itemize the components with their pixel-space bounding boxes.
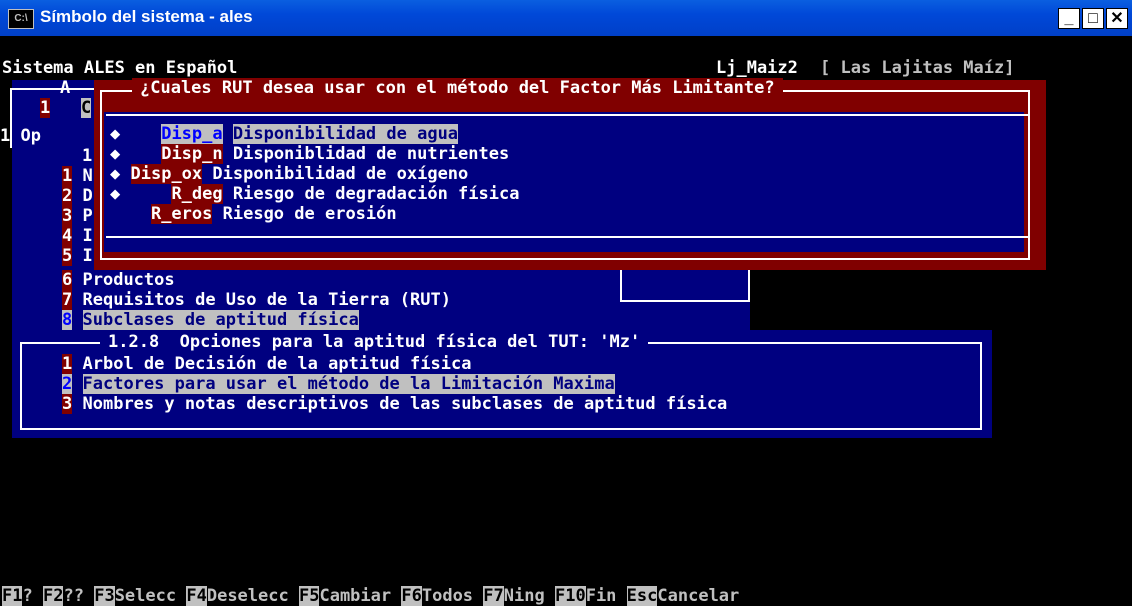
menu-item-number: 1 [62,354,73,374]
f1-key[interactable]: F1? [2,586,33,606]
dialog-divider [106,114,1028,116]
dialog-row-disp-n[interactable]: ◆ Disp_n Disponiblidad de nutrientes [110,144,509,164]
f6-key[interactable]: F6Todos [401,586,473,606]
close-icon[interactable]: ✕ [1106,8,1128,29]
function-key-bar: F1? F2?? F3Selecc F4Deselecc F5Cambiar F… [2,566,739,606]
selected-diamond-icon: ◆ [110,184,121,204]
menu-item-8[interactable]: 8 Subclases de aptitud física [62,310,359,330]
rut-description: Disponiblidad de nutrientes [232,144,510,164]
rut-description: Disponibilidad de oxígeno [212,164,469,184]
menu-item-4[interactable]: 4 I [62,226,93,246]
dialog-row-r-deg[interactable]: ◆ R_deg Riesgo de degradación física [110,184,519,204]
submenu-title: 1.2.8 Opciones para la aptitud física de… [100,332,649,352]
rut-description: Disponibilidad de agua [232,124,459,144]
rut-code: Disp_ox [130,164,203,184]
f2-key[interactable]: F2?? [42,586,84,606]
f3-key[interactable]: F3Selecc [94,586,176,606]
menu-item-7[interactable]: 7 Requisitos de Uso de la Tierra (RUT) [62,290,451,310]
menu-fragment: C [81,98,92,118]
menu-item-number: 7 [62,290,73,310]
rut-code: R_deg [171,184,223,204]
menu-item-3[interactable]: 3 P [62,206,93,226]
model-name: Lj_Maiz2 [716,58,798,78]
menu-item-label: Nombres y notas descriptivos de las subc… [82,394,728,414]
esc-key[interactable]: EscCancelar [626,586,739,606]
dialog-title: ¿Cuales RUT desea usar con el método del… [132,78,783,98]
menu-fragment: A [60,78,71,98]
menu-number: 1 [40,98,51,118]
location-label: [ Las Lajitas Maíz] [820,58,1015,78]
menu-item-number: 2 [62,186,73,206]
selected-diamond-icon: ◆ [110,164,121,184]
menu-item-label: I [82,246,93,266]
rut-description: Riesgo de erosión [222,204,397,224]
menu-item-number: 8 [62,310,73,330]
menu-item-label: Factores para usar el método de la Limit… [82,374,615,394]
menu-item-number: 3 [62,206,73,226]
menu-item-label: Productos [82,270,175,290]
menu-item-5[interactable]: 5 I [62,246,93,266]
f4-key[interactable]: F4Deselecc [186,586,289,606]
minimize-icon[interactable]: _ [1058,8,1080,29]
submenu-item-1[interactable]: 1 Arbol de Decisión de la aptitud física [62,354,471,374]
selected-diamond-icon: ◆ [110,124,121,144]
window-title: Símbolo del sistema - ales [40,7,253,26]
menu-fragment: 1 [82,146,93,166]
submenu-item-3[interactable]: 3 Nombres y notas descriptivos de las su… [62,394,727,414]
maximize-icon[interactable]: □ [1082,8,1104,29]
menu-item-label: Requisitos de Uso de la Tierra (RUT) [82,290,451,310]
f7-key[interactable]: F7Ning [483,586,545,606]
menu-item-1[interactable]: 1 N [62,166,93,186]
console-icon: C:\ [8,9,34,29]
menu-fragment: 1 Op [0,126,41,146]
menu-item-label: Arbol de Decisión de la aptitud física [82,354,472,374]
menu-item-label: D [82,186,93,206]
menu-item-number: 4 [62,226,73,246]
menu-item-number: 1 [62,166,73,186]
rut-description: Riesgo de degradación física [232,184,520,204]
menu-item-label: Subclases de aptitud física [82,310,359,330]
f10-key[interactable]: F10Fin [554,586,616,606]
menu-item-number: 2 [62,374,73,394]
menu-item-number: 6 [62,270,73,290]
selected-diamond-icon: ◆ [110,144,121,164]
rut-code: R_eros [150,204,213,224]
dialog-row-r-eros[interactable]: R_eros Riesgo de erosión [110,204,397,224]
menu-item-number: 3 [62,394,73,414]
rut-code: Disp_a [161,124,223,144]
menu-item-label: P [82,206,93,226]
submenu-item-2[interactable]: 2 Factores para usar el método de la Lim… [62,374,615,394]
dialog-divider [106,236,1028,238]
menu-item-number: 5 [62,246,73,266]
menu-item-label: N [82,166,93,186]
dialog-row-disp-ox[interactable]: ◆ Disp_ox Disponibilidad de oxígeno [110,164,468,184]
rut-code: Disp_n [161,144,223,164]
app-header: Sistema ALES en Español [2,58,238,78]
menu-item-6[interactable]: 6 Productos [62,270,175,290]
menu-item-2[interactable]: 2 D [62,186,93,206]
f5-key[interactable]: F5Cambiar [298,586,391,606]
menu-item-label: I [82,226,93,246]
dialog-row-disp-a[interactable]: ◆ Disp_a Disponibilidad de agua [110,124,459,144]
